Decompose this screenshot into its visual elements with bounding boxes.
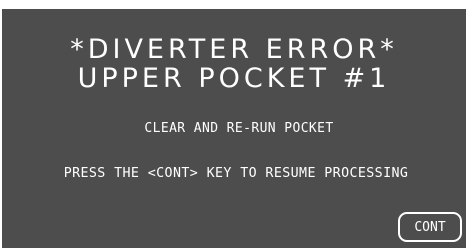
- error-location: UPPER POCKET #1: [77, 63, 391, 94]
- resume-prompt-text: PRESS THE <CONT> KEY TO RESUME PROCESSIN…: [63, 166, 409, 181]
- error-screen: *DIVERTER ERROR* UPPER POCKET #1 CLEAR A…: [2, 9, 466, 248]
- cont-button-label: CONT: [414, 219, 446, 235]
- cont-button[interactable]: CONT: [398, 212, 462, 242]
- instruction-text: CLEAR AND RE-RUN POCKET: [144, 121, 334, 136]
- error-title: *DIVERTER ERROR*: [70, 34, 398, 65]
